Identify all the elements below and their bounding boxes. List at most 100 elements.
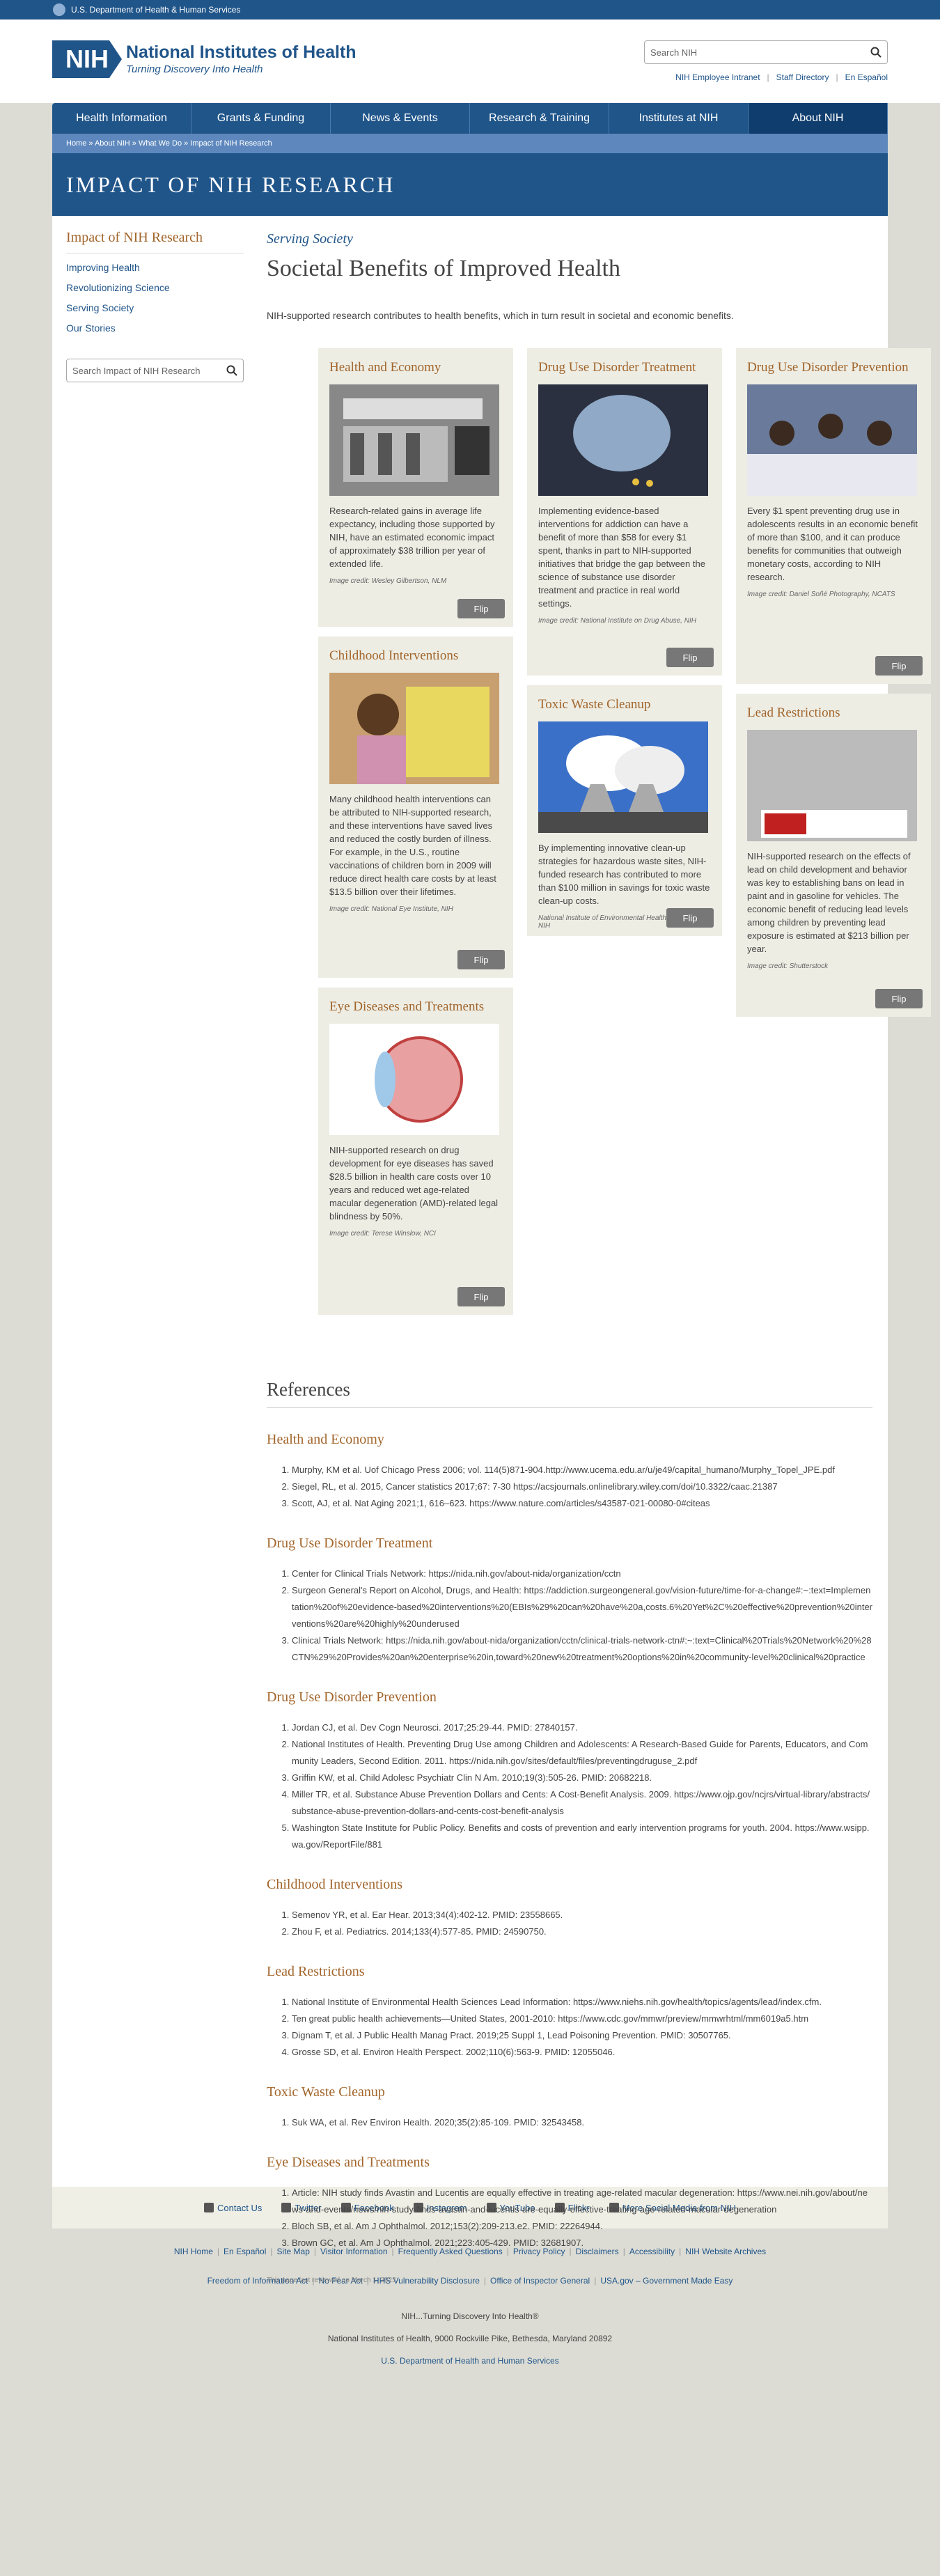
reference-list: Semenov YR, et al. Ear Hear. 2013;34(4):… [292,1907,872,1940]
reference-item[interactable]: Surgeon General's Report on Alcohol, Dru… [292,1582,872,1632]
last-reviewed: This page last reviewed on March 1, 2023 [267,2277,396,2284]
page-banner: IMPACT OF NIH RESEARCH [52,153,888,216]
main-nav: Health Information Grants & Funding News… [52,103,888,134]
reference-item[interactable]: Siegel, RL, et al. 2015, Cancer statisti… [292,1478,872,1495]
card-credit: Image credit: Shutterstock [747,962,829,970]
reference-item[interactable]: National Institute of Environmental Heal… [292,1994,872,2011]
reference-item[interactable]: Suk WA, et al. Rev Environ Health. 2020;… [292,2114,872,2131]
page-kicker: Serving Society [267,231,353,247]
card-credit: Image credit: Terese Winslow, NCI [329,1230,436,1238]
card-childhood: Childhood Interventions Many childhood h… [318,637,513,978]
reference-item[interactable]: Jordan CJ, et al. Dev Cogn Neurosci. 201… [292,1719,872,1736]
site-search-input[interactable]: Search NIH [644,40,888,64]
references: References Health and Economy Murphy, KM … [267,1379,872,2284]
card-text: NIH-supported research on the effects of… [747,851,911,954]
card-credit: Image credit: Daniel Soñé Photography, N… [747,591,895,598]
reference-item[interactable]: Brown GC, et al. Am J Ophthalmol. 2021;2… [292,2235,872,2251]
card-credit: Image credit: National Institute on Drug… [538,617,696,625]
staff-directory-link[interactable]: Staff Directory [776,72,829,82]
card-title: Lead Restrictions [747,705,840,720]
hhs-bar: U.S. Department of Health & Human Servic… [0,0,940,19]
search-icon[interactable] [226,365,237,376]
card-image-prevention [747,384,917,496]
footer-link[interactable]: En Español [224,2247,266,2256]
sidebar-item-our-stories[interactable]: Our Stories [66,322,244,334]
flip-button[interactable]: Flip [457,599,505,618]
hhs-link[interactable]: U.S. Department of Health & Human Servic… [71,5,240,15]
reference-item[interactable]: National Institutes of Health. Preventin… [292,1736,872,1770]
reference-item[interactable]: Clinical Trials Network: https://nida.ni… [292,1632,872,1666]
sidebar-search-input[interactable]: Search Impact of NIH Research [66,359,244,382]
phone-icon [204,2203,214,2212]
reference-list: Murphy, KM et al. Uof Chicago Press 2006… [292,1462,872,1512]
reference-heading: Eye Diseases and Treatments [267,2155,430,2170]
museum-photo [329,384,499,496]
nav-research-training[interactable]: Research & Training [470,103,609,134]
reference-list: Jordan CJ, et al. Dev Cogn Neurosci. 201… [292,1719,872,1853]
reference-item[interactable]: Zhou F, et al. Pediatrics. 2014;133(4):5… [292,1923,872,1940]
card-text: NIH-supported research on drug developme… [329,1145,499,1221]
espanol-link[interactable]: En Español [845,72,888,82]
reference-list: Center for Clinical Trials Network: http… [292,1566,872,1666]
nav-grants-funding[interactable]: Grants & Funding [191,103,331,134]
flip-button[interactable]: Flip [457,950,505,969]
reference-item[interactable]: Dignam T, et al. J Public Health Manag P… [292,2027,872,2044]
page-title: Societal Benefits of Improved Health [267,256,620,281]
nav-about-nih[interactable]: About NIH [749,103,888,134]
reference-item[interactable]: Miller TR, et al. Substance Abuse Preven… [292,1786,872,1820]
sidebar-search-placeholder: Search Impact of NIH Research [72,365,201,376]
flip-button[interactable]: Flip [666,648,714,667]
breadcrumb[interactable]: Home » About NIH » What We Do » Impact o… [52,134,888,153]
card-title: Childhood Interventions [329,648,459,663]
reference-item[interactable]: Scott, AJ, et al. Nat Aging 2021;1, 616–… [292,1495,872,1512]
search-icon[interactable] [870,47,882,58]
card-text: Research-related gains in average life e… [329,506,495,569]
reference-heading: Lead Restrictions [267,1964,365,1979]
sidebar-item-improving-health[interactable]: Improving Health [66,262,244,273]
separator: | [836,72,838,82]
nav-institutes[interactable]: Institutes at NIH [609,103,749,134]
hhs-eagle-icon [53,3,65,16]
flip-button[interactable]: Flip [457,1287,505,1306]
nav-health-information[interactable]: Health Information [52,103,191,134]
card-title: Health and Economy [329,360,441,375]
separator: | [217,2247,220,2256]
sidebar-title[interactable]: Impact of NIH Research [66,230,244,253]
nav-news-events[interactable]: News & Events [331,103,470,134]
reference-item[interactable]: Washington State Institute for Public Po… [292,1820,872,1853]
social-contact-link[interactable]: Contact Us [217,2203,262,2213]
child-photo [329,673,499,784]
sidebar-item-serving-society[interactable]: Serving Society [66,302,244,313]
flip-button[interactable]: Flip [875,989,923,1008]
flip-button[interactable]: Flip [666,908,714,928]
footer-hhs-link[interactable]: U.S. Department of Health and Human Serv… [381,2356,558,2366]
reference-item[interactable]: Ten great public health achievements—Uni… [292,2011,872,2027]
nih-logo[interactable]: NIH National Institutes of Health Turnin… [52,40,357,78]
social-contact[interactable]: Contact Us [204,2203,262,2213]
reference-item[interactable]: Griffin KW, et al. Child Adolesc Psychia… [292,1770,872,1786]
card-text: By implementing innovative clean-up stra… [538,843,710,906]
reference-item[interactable]: Murphy, KM et al. Uof Chicago Press 2006… [292,1462,872,1478]
site-search-placeholder: Search NIH [650,47,698,58]
card-title: Toxic Waste Cleanup [538,697,651,712]
card-text: Many childhood health interventions can … [329,794,496,897]
flip-button[interactable]: Flip [875,656,923,676]
reference-item[interactable]: Grosse SD, et al. Environ Health Perspec… [292,2044,872,2061]
card-eye: Eye Diseases and Treatments NIH-supporte… [318,988,513,1315]
footer-link[interactable]: NIH Home [174,2247,213,2256]
card-image-drug [538,384,708,496]
reference-item[interactable]: Article: NIH study finds Avastin and Luc… [292,2185,872,2218]
footer-tagline: NIH...Turning Discovery Into Health® [401,2311,539,2321]
nih-logo-tagline: Turning Discovery Into Health [126,63,263,75]
reference-item[interactable]: Bloch SB, et al. Am J Ophthalmol. 2012;1… [292,2218,872,2235]
reference-item[interactable]: Semenov YR, et al. Ear Hear. 2013;34(4):… [292,1907,872,1923]
card-title: Drug Use Disorder Prevention [747,360,909,375]
card-credit: Image credit: Wesley Gilbertson, NLM [329,577,447,585]
footer-address: National Institutes of Health, 9000 Rock… [327,2334,613,2343]
power-plant-photo [538,721,708,833]
article: Serving Society Societal Benefits of Imp… [267,231,872,321]
reference-item[interactable]: Center for Clinical Trials Network: http… [292,1566,872,1582]
card-drug-prevention: Drug Use Disorder Prevention Every $1 sp… [736,348,931,684]
sidebar-item-revolutionizing-science[interactable]: Revolutionizing Science [66,282,244,293]
employee-intranet-link[interactable]: NIH Employee Intranet [675,72,760,82]
